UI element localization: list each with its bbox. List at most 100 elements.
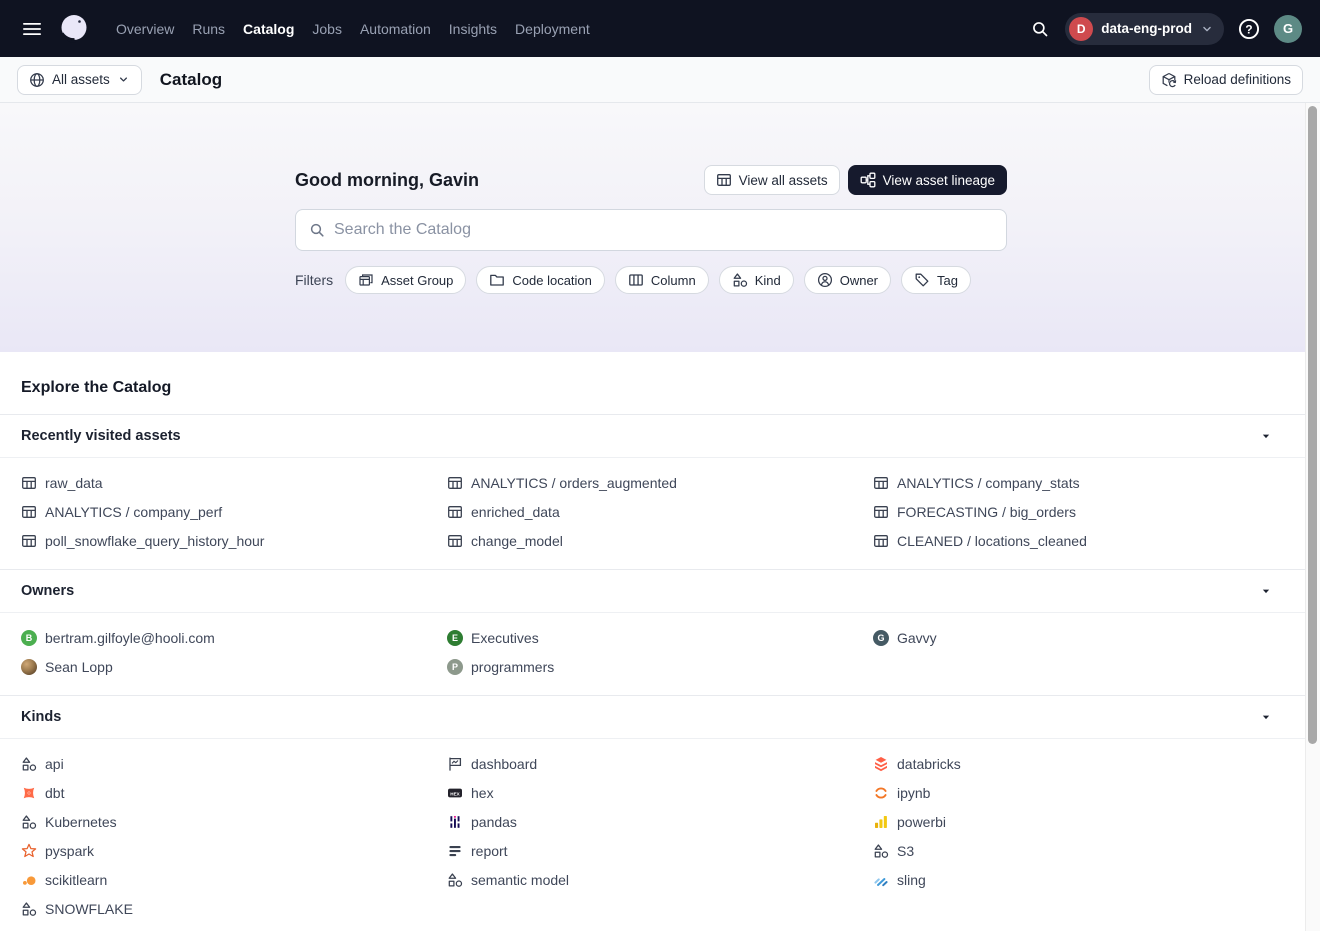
asset-link[interactable]: ANALYTICS / company_stats xyxy=(873,473,1299,493)
scrollbar-thumb[interactable] xyxy=(1308,106,1317,744)
asset-link[interactable]: FORECASTING / big_orders xyxy=(873,502,1299,522)
collapse-caret-icon[interactable] xyxy=(1259,584,1273,598)
asset-link[interactable]: ANALYTICS / orders_augmented xyxy=(447,473,873,493)
filter-label: Code location xyxy=(512,273,592,288)
asset-link[interactable]: raw_data xyxy=(21,473,447,493)
nav-automation[interactable]: Automation xyxy=(360,21,431,37)
spark-star-icon xyxy=(21,843,37,859)
kind-link[interactable]: S3 xyxy=(873,841,1299,861)
powerbi-logo-icon xyxy=(873,814,889,830)
kind-link[interactable]: report xyxy=(447,841,873,861)
asset-scope-button[interactable]: All assets xyxy=(17,65,142,95)
view-asset-lineage-button[interactable]: View asset lineage xyxy=(848,165,1007,195)
table-icon xyxy=(873,475,889,491)
filter-kind[interactable]: Kind xyxy=(719,266,794,294)
kind-link[interactable]: Kubernetes xyxy=(21,812,447,832)
catalog-search-input[interactable] xyxy=(334,221,993,239)
kind-label: sling xyxy=(897,872,926,888)
kind-link[interactable]: powerbi xyxy=(873,812,1299,832)
tag-icon xyxy=(914,272,930,288)
nav-jobs[interactable]: Jobs xyxy=(312,21,342,37)
dagster-octopus-icon xyxy=(56,11,92,47)
table-icon xyxy=(21,475,37,491)
kind-link[interactable]: ipynb xyxy=(873,783,1299,803)
filter-code-location[interactable]: Code location xyxy=(476,266,605,294)
search-icon xyxy=(309,222,325,238)
kind-link[interactable]: pyspark xyxy=(21,841,447,861)
kind-link[interactable]: semantic model xyxy=(447,870,873,890)
kind-link[interactable]: sling xyxy=(873,870,1299,890)
nav-insights[interactable]: Insights xyxy=(449,21,497,37)
hex-logo-icon xyxy=(447,785,463,801)
section-header-kinds[interactable]: Kinds xyxy=(0,695,1320,739)
kind-label: databricks xyxy=(897,756,961,772)
filter-asset-group[interactable]: Asset Group xyxy=(345,266,466,294)
kind-label: scikitlearn xyxy=(45,872,107,888)
filter-tag[interactable]: Tag xyxy=(901,266,971,294)
owner-link[interactable]: Pprogrammers xyxy=(447,657,873,677)
kind-link[interactable]: dashboard xyxy=(447,754,873,774)
dashboard-flag-icon xyxy=(447,756,463,772)
owner-link[interactable]: Sean Lopp xyxy=(21,657,447,677)
columns-icon xyxy=(628,272,644,288)
section-header-recently-visited[interactable]: Recently visited assets xyxy=(0,414,1320,458)
nav-runs[interactable]: Runs xyxy=(192,21,225,37)
help-button[interactable] xyxy=(1237,17,1261,41)
kind-link[interactable]: pandas xyxy=(447,812,873,832)
owner-link[interactable]: EExecutives xyxy=(447,628,873,648)
kind-link[interactable]: api xyxy=(21,754,447,774)
filter-label: Asset Group xyxy=(381,273,453,288)
asset-scope-label: All assets xyxy=(52,72,110,87)
top-nav: Overview Runs Catalog Jobs Automation In… xyxy=(0,0,1320,57)
nav-deployment[interactable]: Deployment xyxy=(515,21,590,37)
kind-label: powerbi xyxy=(897,814,946,830)
kind-link[interactable]: dbt xyxy=(21,783,447,803)
scrollbar-track[interactable] xyxy=(1305,103,1320,931)
asset-label: CLEANED / locations_cleaned xyxy=(897,533,1087,549)
asset-link[interactable]: poll_snowflake_query_history_hour xyxy=(21,531,447,551)
chevron-down-icon xyxy=(117,73,130,86)
filter-column[interactable]: Column xyxy=(615,266,709,294)
folder-icon xyxy=(489,272,505,288)
nav-catalog[interactable]: Catalog xyxy=(243,21,294,37)
owners-grid: Bbertram.gilfoyle@hooli.com EExecutives … xyxy=(0,613,1320,695)
section-title: Recently visited assets xyxy=(21,428,181,444)
nav-overview[interactable]: Overview xyxy=(116,21,174,37)
owner-label: Gavvy xyxy=(897,630,937,646)
collapse-caret-icon[interactable] xyxy=(1259,429,1273,443)
filters-label: Filters xyxy=(295,272,333,288)
menu-button[interactable] xyxy=(18,15,46,43)
report-icon xyxy=(447,843,463,859)
section-header-owners[interactable]: Owners xyxy=(0,569,1320,613)
view-all-assets-button[interactable]: View all assets xyxy=(704,165,840,195)
kind-link[interactable]: hex xyxy=(447,783,873,803)
global-search-button[interactable] xyxy=(1028,17,1052,41)
kind-label: report xyxy=(471,843,508,859)
asset-link[interactable]: CLEANED / locations_cleaned xyxy=(873,531,1299,551)
help-icon xyxy=(1238,18,1260,40)
person-icon xyxy=(817,272,833,288)
kind-link[interactable]: databricks xyxy=(873,754,1299,774)
kind-default-icon xyxy=(21,901,37,917)
filter-owner[interactable]: Owner xyxy=(804,266,891,294)
kind-label: api xyxy=(45,756,64,772)
collapse-caret-icon[interactable] xyxy=(1259,710,1273,724)
deployment-switcher[interactable]: D data-eng-prod xyxy=(1065,13,1224,45)
asset-link[interactable]: enriched_data xyxy=(447,502,873,522)
databricks-logo-icon xyxy=(873,756,889,772)
avatar: P xyxy=(447,659,463,675)
kind-link[interactable]: SNOWFLAKE xyxy=(21,899,447,919)
owner-link[interactable]: GGavvy xyxy=(873,628,1299,648)
table-icon xyxy=(447,504,463,520)
owner-link[interactable]: Bbertram.gilfoyle@hooli.com xyxy=(21,628,447,648)
user-avatar[interactable]: G xyxy=(1274,15,1302,43)
deployment-badge: D xyxy=(1069,17,1093,41)
reload-definitions-button[interactable]: Reload definitions xyxy=(1149,65,1303,95)
dagster-logo[interactable] xyxy=(56,11,92,47)
kind-link[interactable]: scikitlearn xyxy=(21,870,447,890)
asset-link[interactable]: change_model xyxy=(447,531,873,551)
kind-label: dashboard xyxy=(471,756,537,772)
filter-label: Column xyxy=(651,273,696,288)
nav-right: D data-eng-prod G xyxy=(1028,13,1302,45)
asset-link[interactable]: ANALYTICS / company_perf xyxy=(21,502,447,522)
